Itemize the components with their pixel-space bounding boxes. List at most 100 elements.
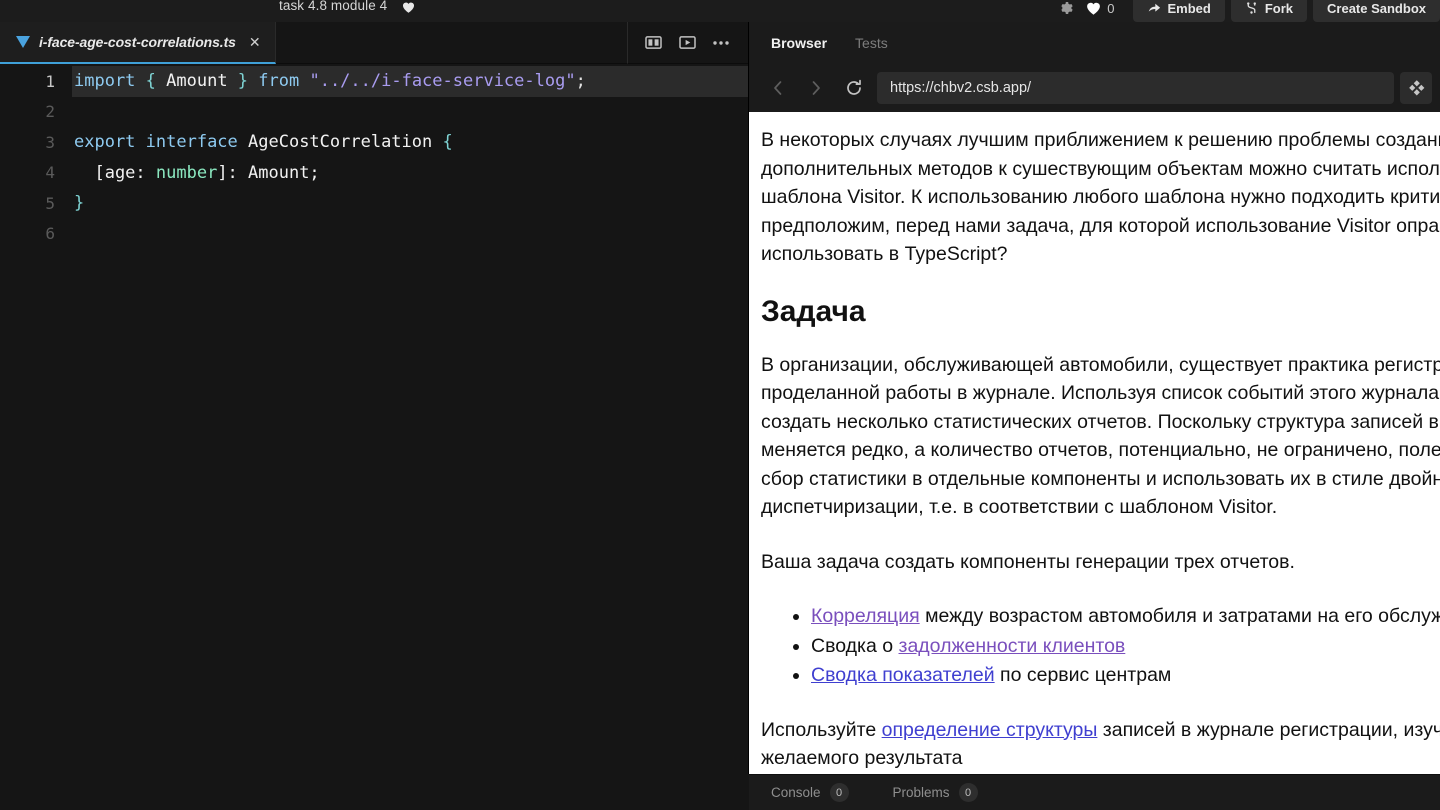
list-item: Сводка о задолженности клиентов [811, 632, 1440, 661]
fork-label: Fork [1265, 1, 1293, 16]
preview-icon[interactable] [672, 28, 702, 58]
code-line-text: import { Amount } from "../../i-face-ser… [72, 66, 748, 97]
token-index-signature: [age: [74, 163, 156, 183]
link-customer-debt[interactable]: задолженности клиентов [899, 635, 1126, 657]
gear-icon[interactable] [1048, 0, 1082, 22]
token-brace-close: } [228, 71, 259, 91]
code-line: 2 [0, 97, 748, 128]
list-item: Корреляция между возрастом автомобиля и … [811, 602, 1440, 631]
editor-tabstrip: i-face-age-cost-correlations.ts ✕ [0, 22, 748, 64]
console-count-badge: 0 [830, 783, 849, 802]
intro-paragraph: В некоторых случаях лучшим приближением … [761, 126, 1440, 269]
list-item-text: Сводка о [811, 635, 899, 657]
token-identifier-amount: Amount [166, 71, 227, 91]
list-item-text: между возрастом автомобиля и затратами н… [920, 605, 1440, 627]
token-index-value: ]: Amount; [217, 163, 319, 183]
line-number: 4 [0, 163, 72, 182]
code-line: 4 [age: number]: Amount; [0, 158, 748, 189]
list-item: Сводка показателей по сервис центрам [811, 661, 1440, 690]
link-correlation[interactable]: Корреляция [811, 605, 920, 627]
editor-tab-active[interactable]: i-face-age-cost-correlations.ts ✕ [0, 22, 276, 64]
top-bar-actions: 0 Embed Fork Create Sandbox [1048, 0, 1440, 22]
share-arrow-icon [1147, 1, 1161, 15]
embed-button[interactable]: Embed [1133, 0, 1225, 22]
section-heading: Задача [761, 295, 1440, 329]
line-number: 3 [0, 133, 72, 152]
code-line-text: } [72, 188, 748, 219]
code-line-text [72, 219, 748, 250]
chevron-right-icon[interactable] [797, 71, 835, 105]
bottom-bar: Console 0 Problems 0 [0, 774, 1440, 810]
split-pane-icon[interactable] [638, 28, 668, 58]
code-editor[interactable]: 1 import { Amount } from "../../i-face-s… [0, 64, 748, 774]
code-line: 1 import { Amount } from "../../i-face-s… [0, 66, 748, 97]
line-number: 6 [0, 224, 72, 243]
sandbox-title: task 4.8 module 4 [279, 0, 387, 13]
chevron-left-icon[interactable] [759, 71, 797, 105]
create-sandbox-button[interactable]: Create Sandbox [1313, 0, 1440, 22]
status-bar: Console 0 Problems 0 [749, 774, 1440, 810]
console-label: Console [771, 785, 821, 800]
reload-icon[interactable] [835, 71, 873, 105]
main-split: i-face-age-cost-correlations.ts ✕ [0, 22, 1440, 774]
create-sandbox-label: Create Sandbox [1327, 1, 1426, 16]
tab-tests[interactable]: Tests [855, 35, 916, 51]
sandbox-document: В некоторых случаях лучшим приближением … [749, 112, 1440, 773]
code-line-text: export interface AgeCostCorrelation { [72, 127, 748, 158]
fork-icon [1245, 1, 1258, 15]
code-line: 3 export interface AgeCostCorrelation { [0, 127, 748, 158]
task-paragraph: В организации, обслуживающей автомобили,… [761, 351, 1440, 522]
token-keyword-interface: interface [135, 132, 237, 152]
token-brace-open-3: { [432, 132, 452, 152]
token-semicolon: ; [576, 71, 586, 91]
token-type-number: number [156, 163, 217, 183]
editor-pane: i-face-age-cost-correlations.ts ✕ [0, 22, 749, 774]
typescript-file-icon [16, 36, 30, 48]
four-diamond-icon[interactable] [1400, 72, 1432, 104]
heart-filled-icon [1086, 1, 1101, 16]
problems-label: Problems [893, 785, 950, 800]
token-keyword-export: export [74, 132, 135, 152]
closing-paragraph: Используйте определение структуры записе… [761, 716, 1440, 773]
more-options-icon[interactable] [706, 28, 736, 58]
browser-pane: Browser Tests https://chbv2.csb.app/ [749, 22, 1440, 774]
token-string-module: "../../i-face-service-log" [299, 71, 575, 91]
fork-button[interactable]: Fork [1231, 0, 1307, 22]
reports-list: Корреляция между возрастом автомобиля и … [761, 602, 1440, 690]
code-line: 5 } [0, 188, 748, 219]
problems-count-badge: 0 [959, 783, 978, 802]
editor-tab-filename: i-face-age-cost-correlations.ts [39, 34, 236, 50]
token-brace-open: { [135, 71, 166, 91]
goal-paragraph: Ваша задача создать компоненты генерации… [761, 548, 1440, 577]
link-structure-definition[interactable]: определение структуры [882, 719, 1098, 741]
link-metrics-summary[interactable]: Сводка показателей [811, 664, 995, 686]
line-number: 5 [0, 194, 72, 213]
console-tab[interactable]: Console 0 [771, 783, 893, 802]
line-number: 2 [0, 102, 72, 121]
heart-icon[interactable] [402, 1, 415, 14]
bottom-bar-left-filler [0, 774, 749, 810]
tab-browser[interactable]: Browser [771, 35, 855, 51]
url-input[interactable]: https://chbv2.csb.app/ [877, 72, 1394, 104]
likes-count: 0 [1107, 1, 1114, 16]
codesandbox-window: task 4.8 module 4 0 Embed Fork Create Sa… [0, 0, 1440, 810]
token-keyword-from: from [258, 71, 299, 91]
browser-toolbar: https://chbv2.csb.app/ [749, 64, 1440, 112]
line-number: 1 [0, 72, 72, 91]
close-icon[interactable]: ✕ [249, 35, 261, 49]
code-line-text: [age: number]: Amount; [72, 158, 748, 189]
token-type-name: AgeCostCorrelation [238, 132, 432, 152]
problems-tab[interactable]: Problems 0 [893, 783, 1022, 802]
tabstrip-actions [627, 22, 748, 64]
tabstrip-spacer [276, 22, 627, 64]
embed-label: Embed [1168, 1, 1211, 16]
likes-counter[interactable]: 0 [1082, 1, 1126, 16]
browser-tabstrip: Browser Tests [749, 22, 1440, 64]
browser-viewport[interactable]: В некоторых случаях лучшим приближением … [749, 112, 1440, 774]
code-line-text [72, 97, 748, 128]
closing-pre: Используйте [761, 719, 882, 741]
code-line: 6 [0, 219, 748, 250]
list-item-text: по сервис центрам [995, 664, 1172, 686]
token-brace-close-5: } [74, 193, 84, 213]
token-keyword-import: import [74, 71, 135, 91]
